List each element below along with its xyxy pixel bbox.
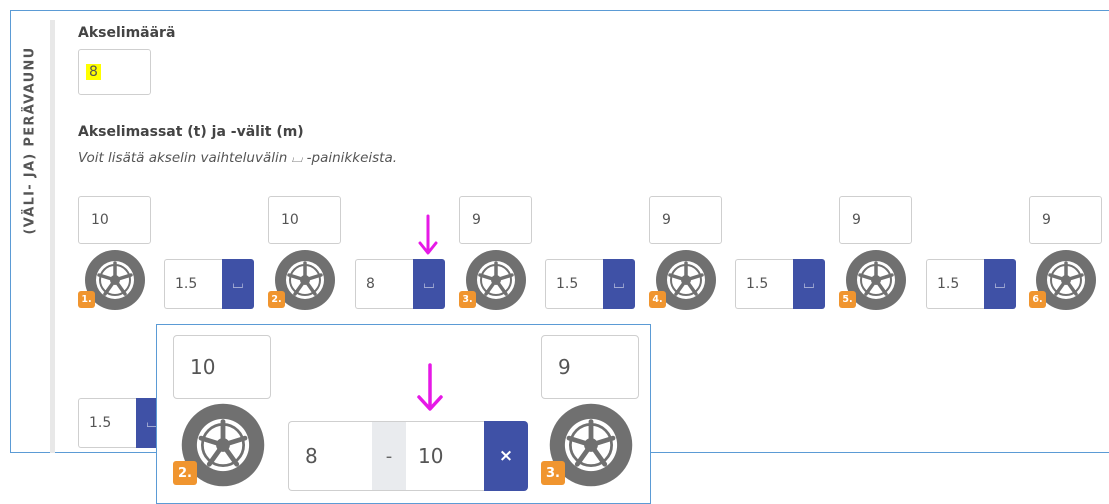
- axle-gap-input[interactable]: 1.5: [545, 259, 603, 309]
- axle-gap-group: 8 ⌴: [355, 259, 445, 309]
- axle-number-badge: 3.: [541, 461, 565, 485]
- axle-count-value: 8: [86, 64, 101, 80]
- axle-gap-group: 1.5 ⌴: [926, 259, 1016, 309]
- range-icon: ⌴: [232, 276, 244, 292]
- axle-4-mass-value: 9: [662, 212, 671, 228]
- zoom-right-mass-value: 9: [558, 355, 571, 379]
- arrow-down-icon: [418, 214, 438, 255]
- range-from-input[interactable]: 8: [288, 421, 372, 491]
- axle-4-mass-input[interactable]: 9: [649, 196, 722, 244]
- axle-gap-input[interactable]: 8: [355, 259, 413, 309]
- section-label: (VÄLI- JA) PERÄVAUNU: [20, 20, 40, 260]
- range-icon: ⌴: [613, 276, 625, 292]
- axle-1-mass-input[interactable]: 10: [78, 196, 151, 244]
- axle-number-badge: 3.: [459, 291, 476, 308]
- axle-6-mass-input[interactable]: 9: [1029, 196, 1102, 244]
- close-icon: ×: [498, 446, 514, 466]
- arrow-down-icon: [417, 363, 443, 411]
- axle-gap-group: 1.5 ⌴: [545, 259, 635, 309]
- add-range-button[interactable]: ⌴: [413, 259, 445, 309]
- axle-count-label: Akselimäärä: [78, 25, 176, 41]
- axle-gap-group: 1.5 ⌴: [164, 259, 254, 309]
- axle-masses-label: Akselimassat (t) ja -välit (m): [78, 124, 304, 140]
- remove-range-button[interactable]: ×: [484, 421, 528, 491]
- axle-gap-group: 1.5 ⌴: [78, 398, 168, 448]
- axle-2-mass-input-zoomed[interactable]: 10: [173, 335, 271, 399]
- add-range-button[interactable]: ⌴: [222, 259, 254, 309]
- axle-6-mass-value: 9: [1042, 212, 1051, 228]
- axle-3-mass-input-zoomed[interactable]: 9: [541, 335, 639, 399]
- axle-gap-input[interactable]: 1.5: [164, 259, 222, 309]
- axle-2-mass-input[interactable]: 10: [268, 196, 341, 244]
- axle-gap-group: 1.5 ⌴: [735, 259, 825, 309]
- add-range-button[interactable]: ⌴: [603, 259, 635, 309]
- add-range-button[interactable]: ⌴: [984, 259, 1016, 309]
- axle-gap-input[interactable]: 1.5: [735, 259, 793, 309]
- axle-2-mass-value: 10: [281, 212, 299, 228]
- axle-gap-range-group: 8 - 10 ×: [288, 421, 528, 491]
- axle-number-badge: 2.: [268, 291, 285, 308]
- axle-1-mass-value: 10: [91, 212, 109, 228]
- axle-number-badge: 4.: [649, 291, 666, 308]
- axle-5-mass-value: 9: [852, 212, 861, 228]
- range-separator: -: [372, 421, 406, 491]
- section-label-text: (VÄLI- JA) PERÄVAUNU: [22, 45, 38, 235]
- axle-3-mass-value: 9: [472, 212, 481, 228]
- axle-3-mass-input[interactable]: 9: [459, 196, 532, 244]
- axle-number-badge: 5.: [839, 291, 856, 308]
- axle-gap-input[interactable]: 1.5: [926, 259, 984, 309]
- section-divider: [50, 20, 55, 453]
- zoom-inset: 10 9 2. 3. 8 - 10 ×: [156, 324, 651, 504]
- range-icon: ⌴: [994, 276, 1006, 292]
- zoom-left-mass-value: 10: [190, 355, 216, 379]
- range-icon: ⌴: [423, 276, 435, 292]
- axle-count-input[interactable]: 8: [78, 49, 151, 95]
- range-icon: ⌴: [803, 276, 815, 292]
- add-range-button[interactable]: ⌴: [793, 259, 825, 309]
- axle-number-badge: 2.: [173, 461, 197, 485]
- axle-5-mass-input[interactable]: 9: [839, 196, 912, 244]
- axle-gap-input[interactable]: 1.5: [78, 398, 136, 448]
- axle-number-badge: 1.: [78, 291, 95, 308]
- range-to-input[interactable]: 10: [406, 421, 484, 491]
- axle-number-badge: 6.: [1029, 291, 1046, 308]
- axle-masses-hint: Voit lisätä akselin vaihteluvälin ⌴ -pai…: [78, 150, 398, 166]
